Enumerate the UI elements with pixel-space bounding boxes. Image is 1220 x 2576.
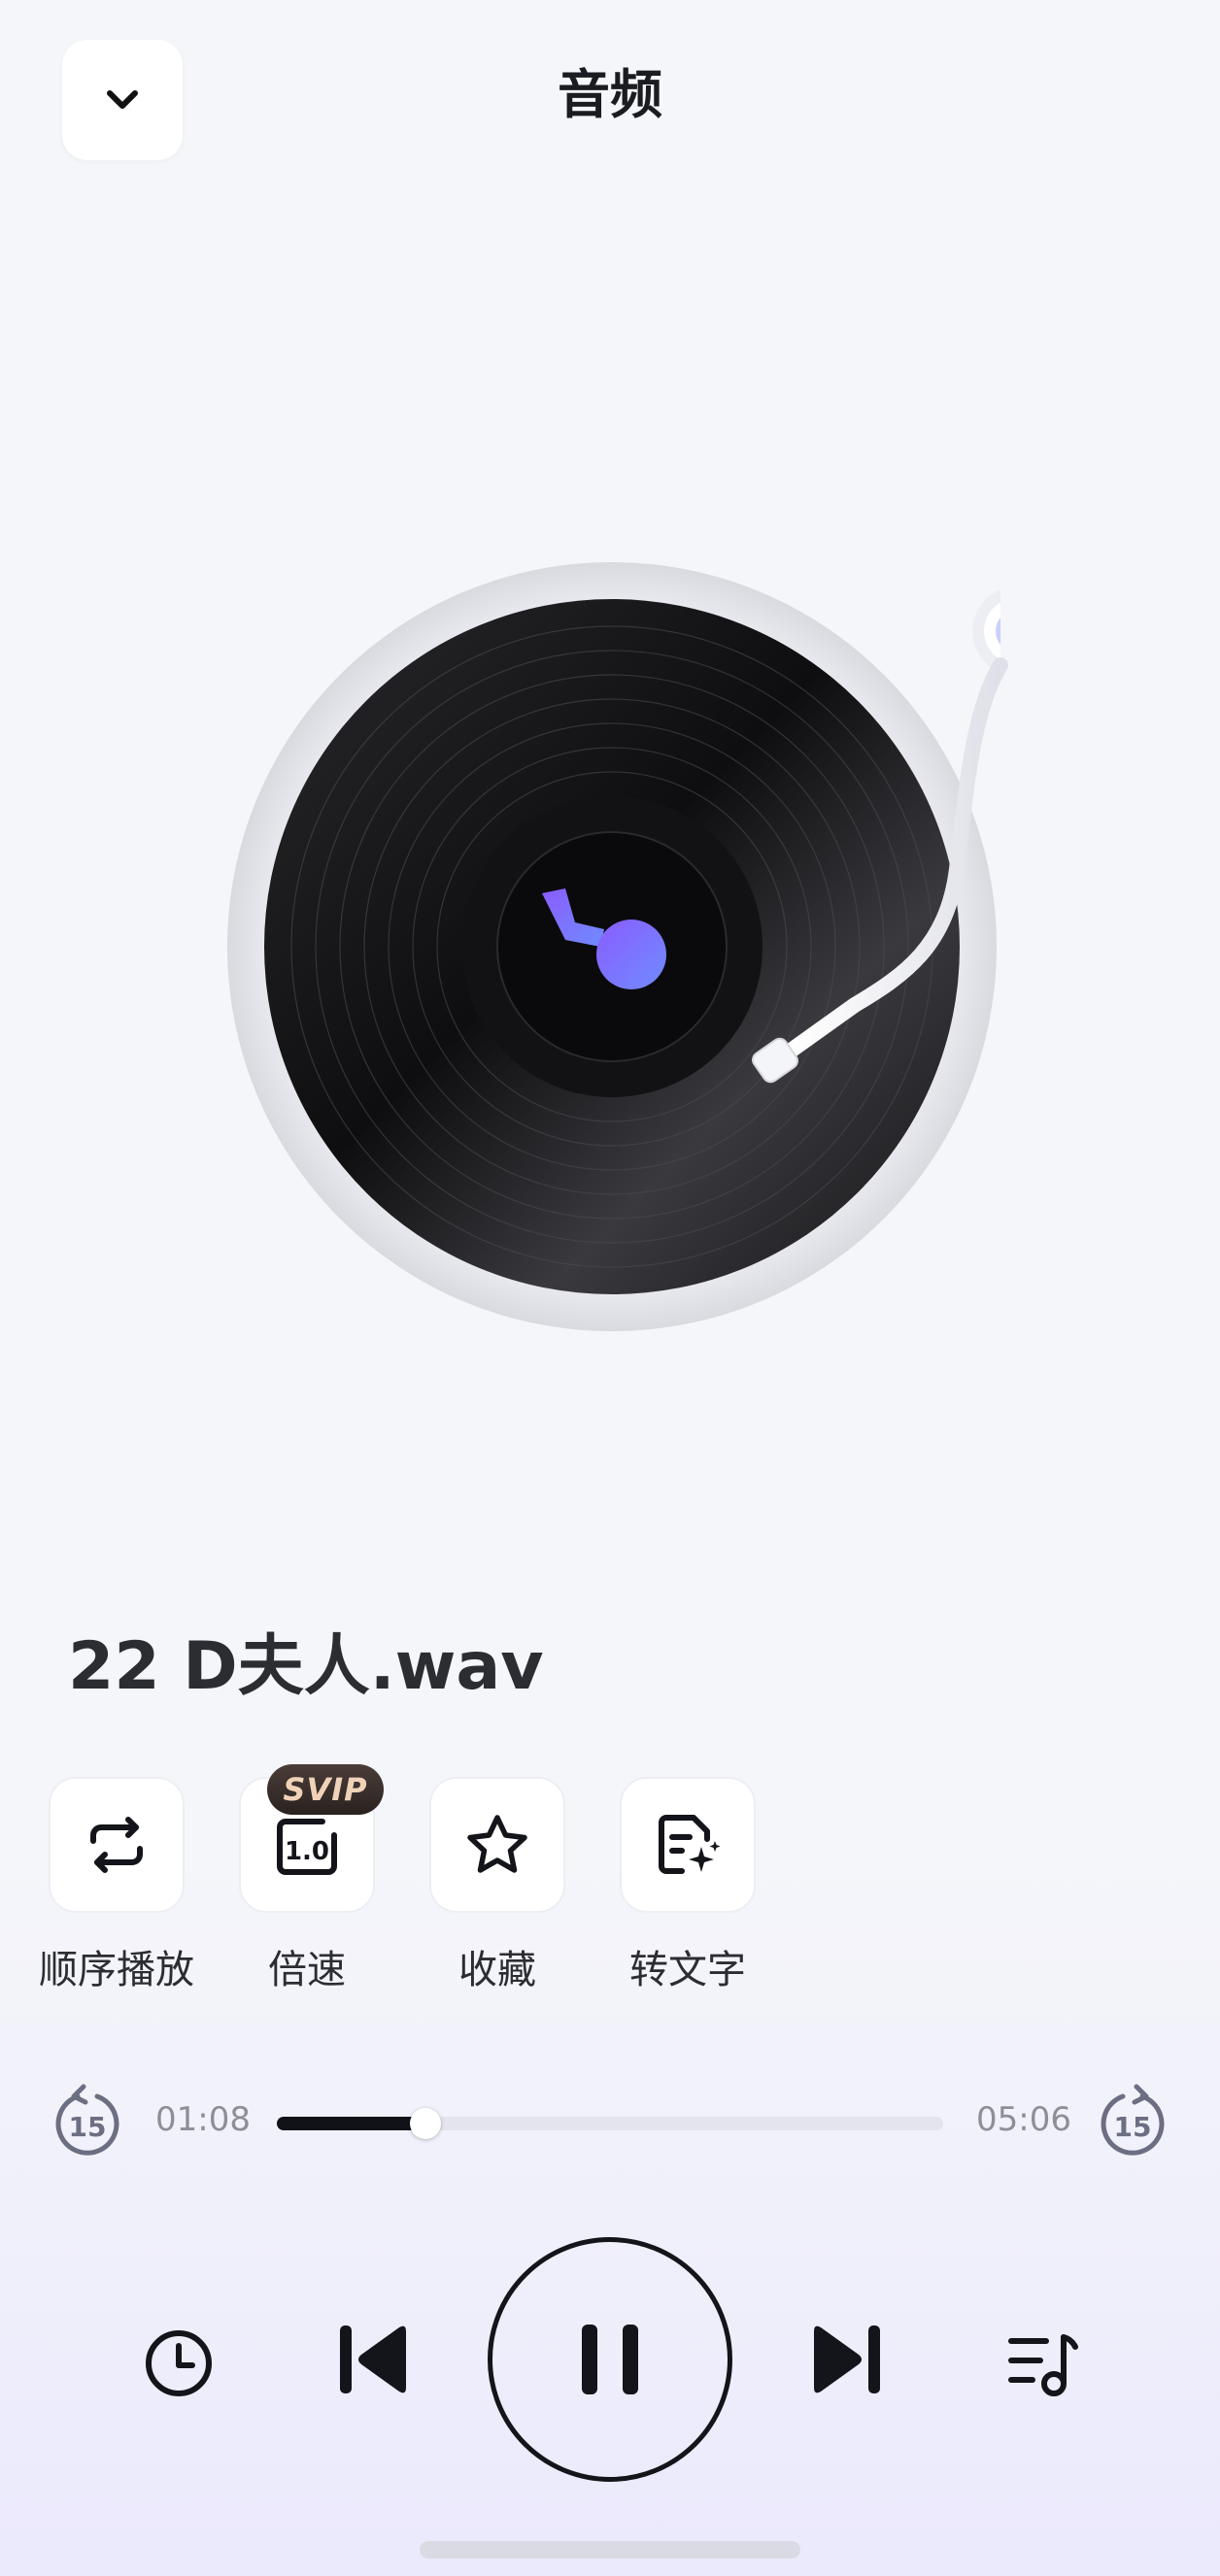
transcribe-icon	[659, 1815, 721, 1874]
forward-15-label: 15	[1114, 2111, 1152, 2143]
transcribe-label: 转文字	[629, 1948, 746, 1992]
play-order-tile[interactable]	[49, 1777, 185, 1913]
current-time: 01:08	[155, 2100, 251, 2139]
favorite-tile[interactable]	[429, 1777, 565, 1913]
transcribe-tile[interactable]	[620, 1777, 756, 1913]
forward-15-button[interactable]: 15	[1096, 2083, 1169, 2160]
previous-icon	[340, 2325, 406, 2393]
progress-slider[interactable]	[277, 2108, 943, 2139]
star-icon	[467, 1815, 527, 1873]
rewind-15-label: 15	[69, 2111, 107, 2143]
timer-button[interactable]	[136, 2321, 221, 2406]
progress-fill	[277, 2117, 425, 2130]
rewind-15-icon: 15	[55, 2084, 119, 2156]
rewind-15-button[interactable]: 15	[51, 2083, 124, 2160]
repeat-icon	[90, 1817, 143, 1873]
timer-icon	[146, 2330, 212, 2396]
vinyl-record	[223, 558, 1062, 1335]
forward-15-icon: 15	[1101, 2084, 1165, 2156]
next-icon	[814, 2325, 880, 2393]
pause-button[interactable]	[488, 2237, 732, 2482]
playlist-button[interactable]	[999, 2319, 1086, 2406]
speed-icon: 1.0	[277, 1819, 337, 1875]
page-title: 音频	[558, 64, 662, 125]
home-indicator[interactable]	[420, 2541, 800, 2559]
file-name: 22 D夫人.wav	[68, 1628, 544, 1705]
progress-thumb[interactable]	[409, 2108, 441, 2139]
total-time: 05:06	[976, 2100, 1071, 2139]
pause-icon	[582, 2325, 638, 2394]
playlist-icon	[1008, 2334, 1078, 2396]
next-button[interactable]	[802, 2316, 890, 2403]
speed-value: 1.0	[285, 1837, 329, 1866]
svip-badge: SVIP	[267, 1764, 384, 1815]
previous-button[interactable]	[330, 2316, 418, 2403]
